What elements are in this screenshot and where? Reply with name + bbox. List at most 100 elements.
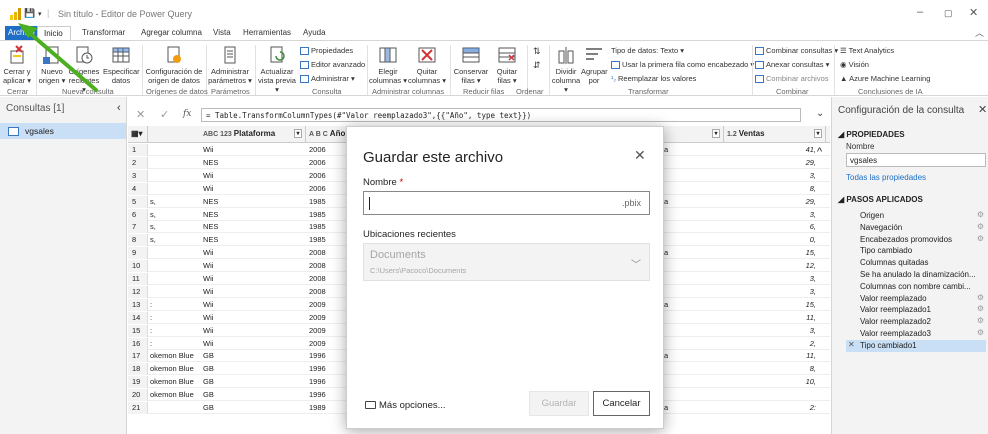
close-settings-icon[interactable]: ✕: [978, 103, 987, 116]
column-filter-dropdown-icon[interactable]: ▾: [294, 129, 302, 138]
close-window-button[interactable]: ✕: [969, 6, 978, 19]
tab-herramientas[interactable]: Herramientas: [243, 28, 291, 37]
query-name-input[interactable]: vgsales: [846, 153, 986, 167]
gear-icon[interactable]: ⚙: [977, 234, 984, 243]
tab-archivo[interactable]: Archivo: [5, 26, 37, 40]
file-name-input[interactable]: .pbix: [363, 191, 650, 215]
cell-hidden: a: [664, 145, 669, 154]
save-file-dialog: Guardar este archivo ✕ Nombre * .pbix Ub…: [346, 126, 664, 429]
expand-formula-icon[interactable]: ⌄: [816, 108, 824, 119]
gear-icon[interactable]: ⚙: [977, 316, 984, 325]
row-number: 17: [128, 350, 148, 363]
applied-step[interactable]: Origen ⚙: [846, 210, 986, 222]
keep-rows-button[interactable]: Conservar filas ▾: [452, 45, 490, 85]
enter-data-button[interactable]: Especificar datos: [103, 45, 140, 85]
more-options-link[interactable]: Más opciones...: [365, 400, 446, 411]
sort-ascending-icon[interactable]: ⇅: [533, 46, 541, 57]
manage-button[interactable]: Administrar ▾: [300, 74, 355, 84]
group-separator: [142, 45, 143, 95]
minimize-button[interactable]: –: [917, 6, 923, 18]
cell-plataforma: NES: [203, 196, 219, 206]
query-item-vgsales[interactable]: vgsales: [0, 123, 126, 139]
tab-transformar[interactable]: Transformar: [82, 28, 125, 37]
cell-hidden: a: [664, 403, 669, 412]
dialog-close-icon[interactable]: ✕: [634, 147, 646, 164]
cancel-button[interactable]: Cancelar: [593, 391, 650, 416]
quick-access-dropdown-icon[interactable]: ▾: [38, 10, 42, 18]
applied-step[interactable]: Tipo cambiado: [846, 245, 986, 257]
group-label-parametros: Parámetros: [211, 87, 250, 96]
cell-ventas: 3,: [809, 325, 816, 335]
properties-section-header[interactable]: ◢ PROPIEDADES: [838, 130, 905, 139]
properties-button[interactable]: Propiedades: [300, 46, 353, 56]
delete-step-icon[interactable]: ✕: [848, 340, 855, 349]
formula-cancel-icon[interactable]: ✕: [136, 108, 145, 121]
tab-inicio[interactable]: Inicio: [37, 26, 71, 40]
column-filter-dropdown-icon[interactable]: ▾: [814, 129, 822, 138]
new-source-button[interactable]: Nuevo origen ▾: [38, 45, 66, 85]
choose-columns-button[interactable]: Elegir columnas ▾: [369, 45, 407, 85]
row-number: 15: [128, 324, 148, 337]
gear-icon[interactable]: ⚙: [977, 293, 984, 302]
use-first-row-headers-button[interactable]: Usar la primera fila como encabezado ▾: [611, 60, 754, 70]
text-analytics-button[interactable]: ☰ Text Analytics: [840, 46, 894, 55]
gear-icon[interactable]: ⚙: [977, 304, 984, 313]
manage-parameters-button[interactable]: Administrar parámetros ▾: [208, 45, 252, 85]
row-number: 20: [128, 389, 148, 402]
fx-icon[interactable]: fx: [183, 109, 191, 119]
cell-anio: 1996: [309, 351, 326, 361]
column-header-ventas[interactable]: 1.2 Ventas ▾: [724, 126, 826, 143]
save-icon[interactable]: 💾: [24, 8, 35, 19]
applied-step[interactable]: Se ha anulado la dinamización...: [846, 269, 986, 281]
combine-files-button[interactable]: Combinar archivos: [755, 74, 829, 84]
applied-step[interactable]: Encabezados promovidos ⚙: [846, 234, 986, 246]
group-separator: [255, 45, 256, 95]
gear-icon[interactable]: ⚙: [977, 210, 984, 219]
tab-ayuda[interactable]: Ayuda: [303, 28, 326, 37]
refresh-preview-button[interactable]: Actualizar vista previa ▾: [257, 45, 297, 94]
vision-button[interactable]: ◉ Visión: [840, 60, 869, 69]
gear-icon[interactable]: ⚙: [977, 222, 984, 231]
collapse-ribbon-icon[interactable]: ︿: [975, 26, 984, 39]
sort-descending-icon[interactable]: ⇵: [533, 60, 541, 71]
applied-step[interactable]: Valor reemplazado1 ⚙: [846, 304, 986, 316]
group-by-button[interactable]: Agrupar por: [581, 45, 608, 85]
advanced-editor-button[interactable]: Editor avanzado: [300, 60, 365, 70]
collapse-queries-icon[interactable]: ‹: [117, 102, 121, 114]
tab-agregar-columna[interactable]: Agregar columna: [141, 28, 202, 37]
column-header-anio[interactable]: A B C Año: [306, 126, 351, 143]
maximize-button[interactable]: ▢: [944, 8, 953, 19]
append-queries-button[interactable]: Anexar consultas ▾: [755, 60, 829, 70]
close-apply-button[interactable]: Cerrar y aplicar ▾: [2, 45, 32, 85]
column-header-hidden[interactable]: ▾: [664, 126, 724, 143]
applied-step[interactable]: Valor reemplazado2 ⚙: [846, 316, 986, 328]
column-header-plataforma[interactable]: ABC 123 Plataforma ▾: [200, 126, 306, 143]
recent-locations-select[interactable]: Documents C:\Users\Pacoco\Documents ﹀: [363, 243, 650, 281]
remove-columns-button[interactable]: Quitar columnas ▾: [408, 45, 446, 85]
replace-values-button[interactable]: ¹₂ Reemplazar los valores: [611, 74, 696, 83]
split-column-button[interactable]: Dividir columna ▾: [551, 45, 581, 94]
applied-step[interactable]: Navegación ⚙: [846, 222, 986, 234]
gear-icon[interactable]: ⚙: [977, 328, 984, 337]
applied-step[interactable]: ✕ Tipo cambiado1: [846, 339, 986, 352]
cell-anio: 2009: [309, 338, 326, 348]
applied-step[interactable]: Columnas con nombre cambi...: [846, 281, 986, 293]
applied-step[interactable]: Valor reemplazado3 ⚙: [846, 328, 986, 340]
applied-step[interactable]: Valor reemplazado ⚙: [846, 293, 986, 305]
data-source-settings-button[interactable]: Configuración de origen de datos: [145, 45, 203, 85]
azure-ml-button[interactable]: ▲ Azure Machine Learning: [840, 74, 930, 83]
column-filter-dropdown-icon[interactable]: ▾: [712, 129, 720, 138]
formula-commit-icon[interactable]: ✓: [160, 108, 169, 121]
grid-corner-menu[interactable]: ▦▾: [128, 126, 148, 143]
row-number: 11: [128, 273, 148, 285]
scroll-up-icon[interactable]: ^: [817, 146, 822, 158]
applied-steps-header[interactable]: ◢ PASOS APLICADOS: [838, 195, 923, 204]
tab-vista[interactable]: Vista: [213, 28, 231, 37]
save-button[interactable]: Guardar: [529, 391, 589, 416]
all-properties-link[interactable]: Todas las propiedades: [846, 173, 926, 182]
formula-input[interactable]: = Table.TransformColumnTypes(#"Valor ree…: [201, 108, 801, 122]
merge-queries-button[interactable]: Combinar consultas ▾: [755, 46, 838, 56]
applied-step[interactable]: Columnas quitadas: [846, 257, 986, 269]
remove-rows-button[interactable]: Quitar filas ▾: [490, 45, 524, 85]
data-type-dropdown[interactable]: Tipo de datos: Texto ▾: [611, 46, 684, 55]
